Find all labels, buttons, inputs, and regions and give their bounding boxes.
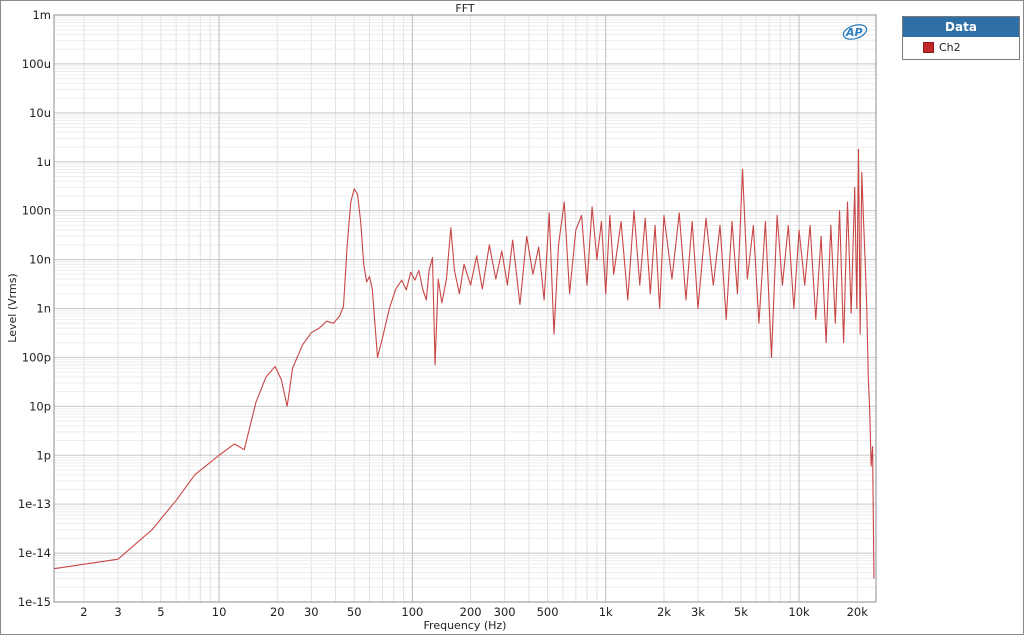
legend: Data Ch2 [902, 16, 1020, 60]
svg-text:AP: AP [845, 26, 863, 39]
y-tick-label: 100p [22, 350, 51, 364]
series-line-ch2 [53, 148, 875, 579]
y-tick-label: 100n [22, 204, 51, 218]
y-tick-label: 1m [32, 8, 51, 22]
grid-major [54, 14, 876, 603]
y-tick-label: 1e-13 [18, 497, 51, 511]
y-tick-label: 10u [29, 106, 51, 120]
legend-swatch [923, 42, 934, 53]
x-tick-label: 500 [537, 605, 559, 619]
x-tick-label: 300 [494, 605, 516, 619]
legend-item-label: Ch2 [939, 41, 961, 54]
x-tick-label: 10 [212, 605, 227, 619]
y-tick-label: 100u [22, 57, 51, 71]
y-tick-labels: 1m 100u 10u 1u 100n 10n 1n 100p 10p 1p 1e-13 1e-14 1… [18, 8, 51, 609]
legend-item-ch2[interactable]: Ch2 [903, 37, 1019, 58]
x-tick-label: 20 [270, 605, 285, 619]
legend-title: Data [903, 17, 1019, 37]
series-layer [53, 148, 875, 579]
x-tick-label: 100 [401, 605, 423, 619]
y-tick-label: 10p [29, 399, 51, 413]
x-tick-label: 20k [847, 605, 869, 619]
y-tick-label: 1u [36, 155, 51, 169]
y-tick-label: 1n [36, 302, 51, 316]
chart-title: FFT [455, 2, 474, 15]
x-tick-label: 2 [80, 605, 87, 619]
x-tick-labels: 2 3 5 10 20 30 50 100 200 300 500 1k 2k 3k 5k 10k 20k [80, 605, 868, 619]
x-tick-label: 30 [304, 605, 319, 619]
y-tick-label: 1e-15 [18, 595, 51, 609]
ap-logo: AP [842, 24, 868, 40]
y-tick-label: 1e-14 [18, 546, 51, 560]
x-tick-label: 5k [734, 605, 748, 619]
x-tick-label: 3k [691, 605, 705, 619]
y-tick-label: 1p [36, 448, 51, 462]
y-axis-label: Level (Vrms) [6, 273, 19, 342]
fft-chart: FFT 2 3 5 10 20 30 50 100 200 300 500 1k 2k 3k 5k 10k 20… [6, 2, 877, 632]
y-tick-label: 10n [29, 253, 51, 267]
x-tick-label: 2k [657, 605, 671, 619]
x-tick-label: 3 [114, 605, 121, 619]
x-tick-label: 50 [347, 605, 362, 619]
x-tick-label: 200 [460, 605, 482, 619]
x-axis-label: Frequency (Hz) [424, 619, 507, 632]
x-tick-label: 1k [599, 605, 613, 619]
x-tick-label: 10k [788, 605, 810, 619]
x-tick-label: 5 [157, 605, 164, 619]
